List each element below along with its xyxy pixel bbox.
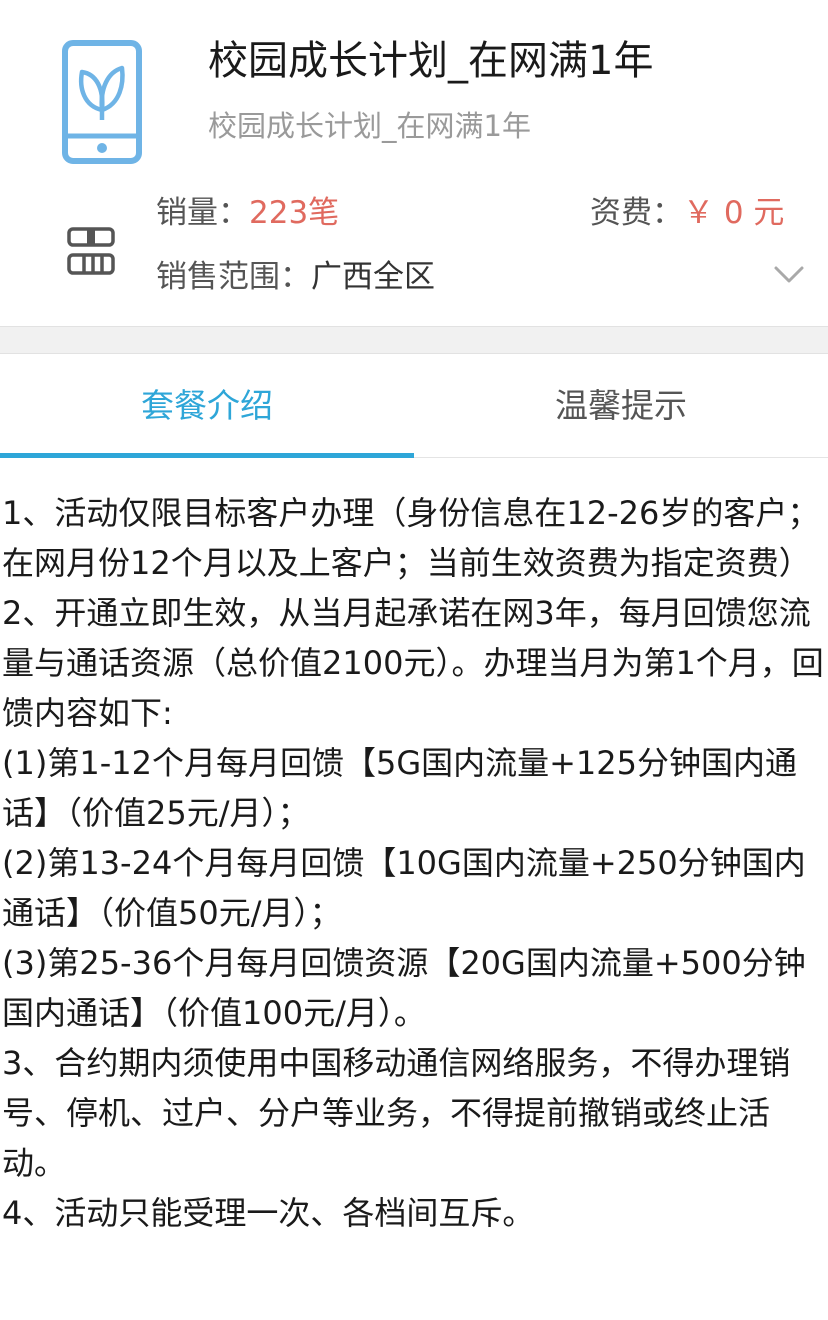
tab-bar: 套餐介绍 温馨提示 [0,354,828,458]
scope-label: 销售范围： [156,259,311,295]
package-description: 1、活动仅限目标客户办理（身份信息在12-26岁的客户；在网月份12个月以及上客… [2,488,828,1238]
scope-value: 广西全区 [311,259,435,295]
active-tab-indicator [0,453,414,458]
fee-label: 资费： [590,195,683,231]
sales-label: 销量： [156,195,249,231]
phone-leaf-icon [62,40,142,164]
description-paragraph: 2、开通立即生效，从当月起承诺在网3年，每月回馈您流量与通话资源（总价值2100… [2,594,824,732]
description-paragraph: (1)第1-12个月每月回馈【5G国内流量+125分钟国内通话】（价值25元/月… [2,744,798,832]
chevron-down-icon[interactable] [772,262,806,286]
product-subtitle: 校园成长计划_在网满1年 [208,109,531,143]
section-divider [0,326,828,354]
description-paragraph: 4、活动只能受理一次、各档间互斥。 [2,1194,535,1232]
description-paragraph: (2)第13-24个月每月回馈【10G国内流量+250分钟国内通话】（价值50元… [2,844,806,932]
fee-info: 资费：￥ 0 元 [590,192,784,234]
description-paragraph: (3)第25-36个月每月回馈资源【20G国内流量+500分钟国内通话】（价值1… [2,944,806,1032]
sales-info: 销量：223笔 [156,192,339,234]
description-paragraph: 1、活动仅限目标客户办理（身份信息在12-26岁的客户；在网月份12个月以及上客… [2,494,820,582]
sales-value: 223笔 [249,195,340,231]
product-title: 校园成长计划_在网满1年 [208,38,654,84]
qr-code-icon[interactable] [66,226,116,276]
sales-scope: 销售范围：广西全区 [156,256,435,298]
tab-tips[interactable]: 温馨提示 [414,354,828,458]
tab-package-intro[interactable]: 套餐介绍 [0,354,414,458]
fee-value: ￥ 0 元 [683,195,785,231]
description-paragraph: 3、合约期内须使用中国移动通信网络服务，不得办理销号、停机、过户、分户等业务，不… [2,1044,791,1182]
product-header: 校园成长计划_在网满1年 校园成长计划_在网满1年 销量：223笔 资费：￥ 0… [0,0,828,326]
